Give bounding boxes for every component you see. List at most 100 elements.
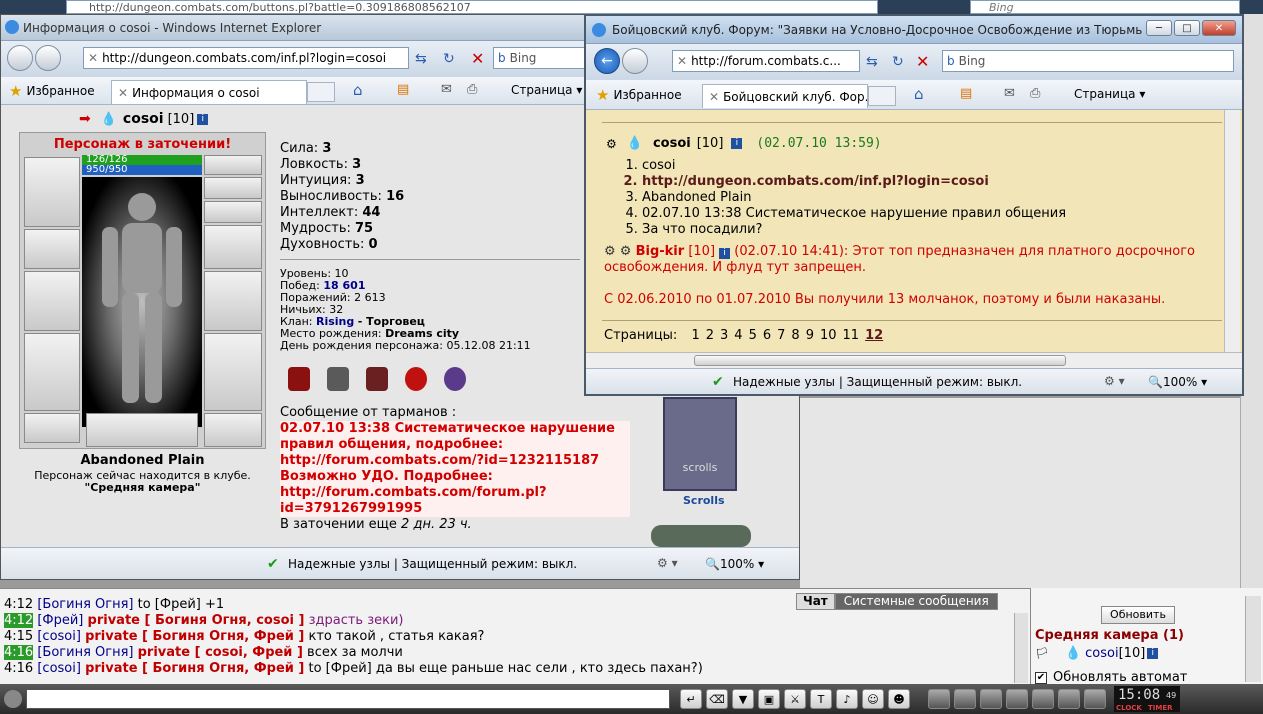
amulet-slot[interactable] — [204, 177, 262, 199]
page-link[interactable]: 10 — [820, 328, 837, 343]
earrings-slot[interactable] — [204, 155, 262, 175]
forum-vertical-scrollbar[interactable] — [1224, 110, 1240, 352]
rss-icon[interactable]: ▤ — [960, 86, 972, 101]
filter-icon[interactable]: ▼ — [732, 689, 754, 709]
post-author[interactable]: cosoi — [653, 136, 691, 151]
chat-scrollbar[interactable] — [1014, 613, 1028, 683]
auto-refresh-checkbox[interactable]: ✔ — [1035, 671, 1047, 684]
scrolls-icon[interactable]: scrolls — [663, 397, 737, 491]
moderator-name[interactable]: Big-kir — [636, 244, 685, 259]
forum-link[interactable]: http://forum.combats.com/?id=1232115187 — [280, 453, 630, 469]
helmet-slot[interactable] — [24, 157, 80, 227]
zoom-control[interactable]: 🔍100% ▾ — [1148, 375, 1207, 389]
compat-icon[interactable]: ⇆ — [415, 51, 427, 67]
refresh-button[interactable]: Обновить — [1101, 606, 1175, 624]
page-link[interactable]: 8 — [791, 328, 799, 343]
clear-icon[interactable]: ⌫ — [706, 689, 728, 709]
page-menu[interactable]: Страница ▾ — [511, 83, 582, 97]
smiley-icon[interactable]: ☺ — [862, 689, 884, 709]
bracers-slot[interactable] — [24, 229, 80, 269]
gloves-slot[interactable] — [204, 225, 262, 269]
leggings-slot[interactable] — [204, 333, 262, 411]
security-icon[interactable]: ⚙ ▾ — [657, 556, 678, 570]
forum-link[interactable]: http://forum.combats.com/forum.pl? — [280, 485, 630, 501]
tab-character-info[interactable]: ✕ Информация о cosoi — [111, 80, 307, 104]
weapon-slot[interactable] — [24, 271, 80, 331]
belt-slot[interactable] — [24, 413, 80, 443]
background-address-bar[interactable]: http://dungeon.combats.com/buttons.pl?ba… — [66, 0, 878, 14]
info-icon[interactable]: i — [731, 138, 743, 149]
zoom-control[interactable]: 🔍100% ▾ — [705, 557, 764, 571]
scroll-thumb[interactable] — [694, 355, 1066, 366]
rss-icon[interactable]: ▤ — [397, 82, 409, 97]
badge-icon[interactable] — [405, 367, 427, 391]
back-icon[interactable]: ← — [594, 48, 620, 74]
list-item-link[interactable]: http://dungeon.combats.com/inf.pl?login=… — [642, 174, 1066, 190]
refresh-icon[interactable]: ↻ — [443, 51, 455, 67]
mail-icon[interactable] — [1058, 689, 1080, 709]
forum-search-box[interactable]: b Bing — [942, 50, 1234, 72]
room-scrollbar[interactable] — [1245, 596, 1261, 682]
background-search-box[interactable]: Bing — [970, 0, 1240, 14]
page-link[interactable]: 1 — [691, 328, 699, 343]
home-icon[interactable]: ⌂ — [353, 81, 363, 99]
badge-icon[interactable] — [327, 367, 349, 391]
rings-slot[interactable] — [204, 201, 262, 223]
print-icon[interactable]: ⎙ — [1030, 86, 1040, 101]
info-icon[interactable]: i — [719, 248, 731, 259]
inventory-icon[interactable] — [928, 689, 950, 709]
page-link[interactable]: 3 — [720, 328, 728, 343]
page-link[interactable]: 6 — [763, 328, 771, 343]
back-icon[interactable] — [7, 45, 33, 71]
mail-icon[interactable]: ✉ — [1004, 86, 1015, 101]
info-icon[interactable]: i — [1147, 648, 1159, 659]
badge-icon[interactable] — [444, 367, 466, 391]
badge-icon[interactable] — [288, 367, 310, 391]
info-icon[interactable]: i — [197, 113, 209, 125]
favorites-button[interactable]: ★ Избранное — [9, 82, 95, 100]
print-icon[interactable]: ⎙ — [467, 82, 477, 97]
page-link[interactable]: 9 — [806, 328, 814, 343]
translit-icon[interactable]: T — [810, 689, 832, 709]
armor-slot[interactable] — [24, 333, 80, 411]
map-icon[interactable] — [954, 689, 976, 709]
scrolls-link[interactable]: Scrolls — [683, 494, 725, 507]
tab-forum[interactable]: ✕ Бойцовский клуб. Фор... — [702, 84, 868, 108]
page-link[interactable]: 11 — [843, 328, 860, 343]
tab-chat[interactable]: Чат — [796, 593, 835, 610]
page-menu[interactable]: Страница ▾ — [1074, 87, 1145, 101]
forum-address-bar[interactable]: ✕ http://forum.combats.c... — [672, 50, 860, 72]
close-button[interactable]: ✕ — [1202, 20, 1236, 36]
page-link[interactable]: 2 — [706, 328, 714, 343]
refresh-icon[interactable]: ↻ — [892, 54, 904, 70]
new-tab-button[interactable] — [307, 82, 335, 102]
fight-icon[interactable]: ⚔ — [784, 689, 806, 709]
friends-icon[interactable] — [1032, 689, 1054, 709]
quests-icon[interactable] — [1006, 689, 1028, 709]
stop-icon[interactable]: ✕ — [471, 49, 484, 68]
shield-slot[interactable] — [204, 271, 262, 331]
sound-icon[interactable]: ♪ — [836, 689, 858, 709]
maximize-button[interactable]: □ — [1174, 20, 1200, 36]
security-icon[interactable]: ⚙ ▾ — [1104, 374, 1125, 388]
minimize-button[interactable]: ─ — [1146, 20, 1172, 36]
forum-horizontal-scrollbar[interactable] — [586, 352, 1242, 368]
skills-icon[interactable] — [980, 689, 1002, 709]
home-icon[interactable]: ⌂ — [914, 85, 924, 103]
send-icon[interactable]: ↵ — [680, 689, 702, 709]
chat-menu-icon[interactable] — [4, 690, 22, 708]
people-icon[interactable]: ☻ — [888, 689, 910, 709]
page-link[interactable]: 5 — [749, 328, 757, 343]
boots-slot[interactable] — [204, 413, 262, 447]
favorites-button[interactable]: ★ Избранное — [596, 86, 682, 104]
forward-icon[interactable] — [35, 45, 61, 71]
compat-icon[interactable]: ⇆ — [866, 54, 878, 70]
tab-system-messages[interactable]: Системные сообщения — [834, 593, 998, 610]
exit-icon[interactable] — [1084, 689, 1106, 709]
current-page[interactable]: 12 — [865, 328, 883, 343]
page-link[interactable]: 4 — [734, 328, 742, 343]
stop-icon[interactable]: ✕ — [916, 52, 929, 71]
save-icon[interactable]: ▣ — [758, 689, 780, 709]
member-name[interactable]: cosoi — [1085, 646, 1118, 661]
mail-icon[interactable]: ✉ — [441, 82, 452, 97]
